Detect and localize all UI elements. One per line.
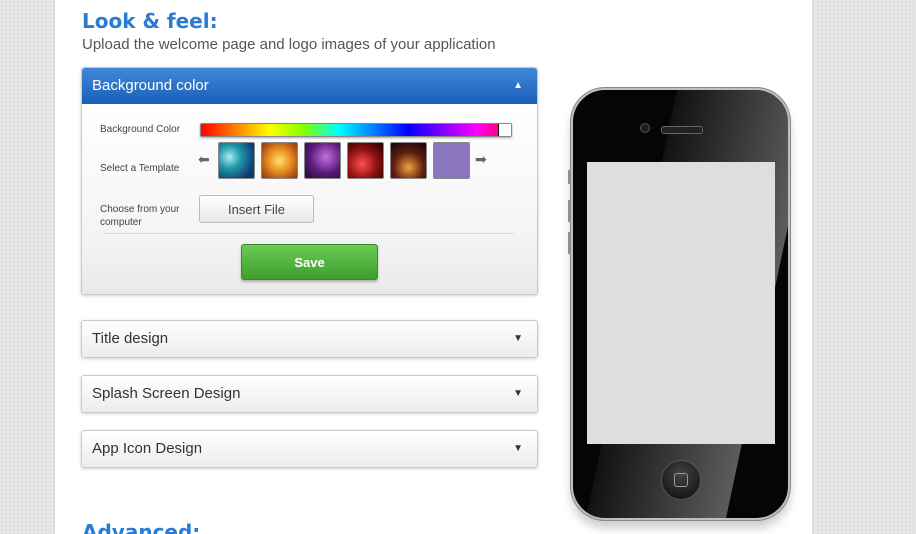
camera-icon — [640, 123, 650, 133]
template-thumb-2[interactable] — [261, 142, 298, 179]
expand-arrow-icon: ▼ — [513, 333, 523, 344]
template-thumb-3[interactable] — [304, 142, 341, 179]
insert-file-button[interactable]: Insert File — [199, 195, 314, 223]
phone-preview — [571, 88, 790, 520]
speaker-icon — [661, 126, 703, 134]
expand-arrow-icon: ▼ — [513, 443, 523, 454]
next-template-arrow-icon[interactable]: ➡ — [475, 151, 487, 168]
background-color-header-label: Background color — [92, 77, 209, 94]
look-feel-title: Look & feel: — [82, 9, 218, 33]
splash-design-panel: Splash Screen Design ▼ — [81, 375, 538, 413]
template-thumb-5[interactable] — [390, 142, 427, 179]
template-thumb-1[interactable] — [218, 142, 255, 179]
expand-arrow-icon: ▼ — [513, 388, 523, 399]
main-page: Look & feel: Upload the welcome page and… — [55, 0, 812, 534]
look-feel-subtitle: Upload the welcome page and logo images … — [82, 36, 496, 53]
advanced-title: Advanced: — [82, 520, 201, 534]
divider — [104, 233, 514, 234]
select-template-label: Select a Template — [100, 163, 180, 174]
color-picker-end — [498, 124, 511, 136]
save-button[interactable]: Save — [241, 244, 378, 280]
title-design-panel: Title design ▼ — [81, 320, 538, 358]
prev-template-arrow-icon[interactable]: ⬅ — [198, 151, 210, 168]
splash-design-label: Splash Screen Design — [92, 385, 241, 402]
app-icon-design-panel: App Icon Design ▼ — [81, 430, 538, 468]
background-color-body: Background Color Select a Template ⬅ ➡ C… — [82, 104, 537, 294]
app-icon-design-header[interactable]: App Icon Design ▼ — [82, 431, 537, 467]
app-icon-design-label: App Icon Design — [92, 440, 203, 457]
template-thumb-6[interactable] — [433, 142, 470, 179]
title-design-label: Title design — [92, 330, 169, 347]
phone-screen-preview — [587, 162, 775, 444]
home-button-icon — [661, 460, 701, 500]
background-color-header[interactable]: Background color ▲ — [82, 68, 537, 104]
collapse-arrow-icon: ▲ — [513, 80, 523, 91]
template-thumb-4[interactable] — [347, 142, 384, 179]
background-color-panel: Background color ▲ Background Color Sele… — [81, 67, 538, 295]
background-color-label: Background Color — [100, 124, 181, 135]
choose-file-label: Choose from your computer — [100, 204, 180, 228]
template-list — [218, 142, 470, 179]
color-spectrum-picker[interactable] — [200, 123, 512, 137]
title-design-header[interactable]: Title design ▼ — [82, 321, 537, 357]
splash-design-header[interactable]: Splash Screen Design ▼ — [82, 376, 537, 412]
